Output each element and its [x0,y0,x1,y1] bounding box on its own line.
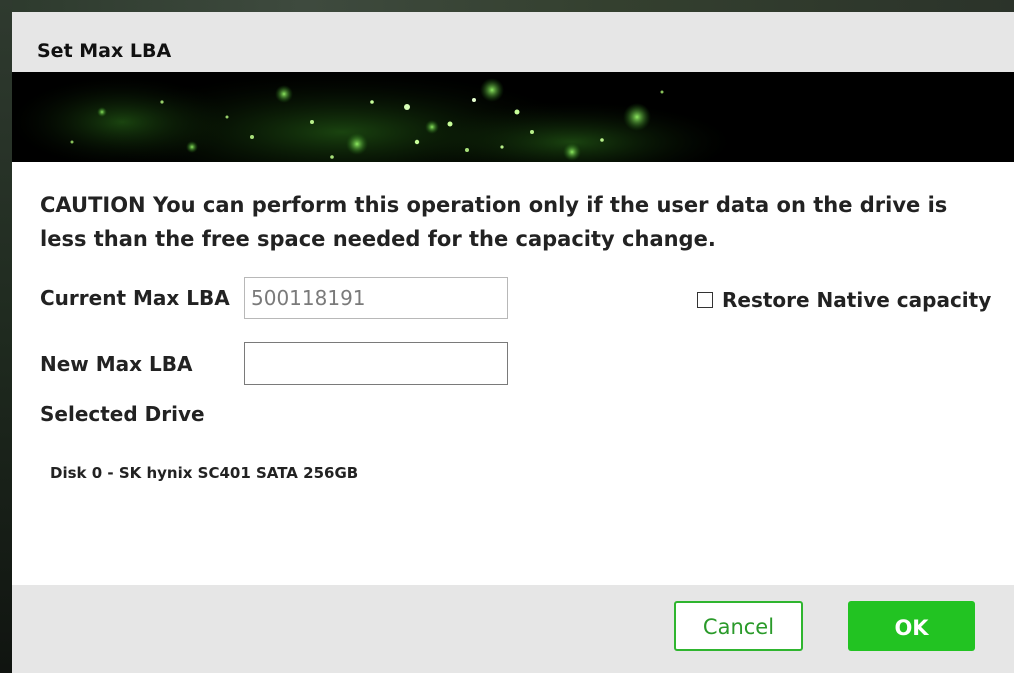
dialog-title: Set Max LBA [37,40,172,62]
decorative-banner [12,72,1014,162]
restore-native-capacity-label[interactable]: Restore Native capacity [722,288,991,312]
background-window-edge-left [0,0,12,673]
current-max-lba-field[interactable] [244,277,508,319]
selected-drive-label: Selected Drive [40,402,205,426]
caution-message: CAUTION You can perform this operation o… [40,193,948,251]
current-max-lba-label: Current Max LBA [40,286,230,310]
green-particles-image [12,72,1014,162]
new-max-lba-label: New Max LBA [40,352,193,376]
background-window-edge-top [0,0,1014,12]
new-max-lba-field[interactable] [244,342,508,385]
ok-button[interactable]: OK [848,601,975,651]
restore-native-capacity-checkbox[interactable] [697,292,713,308]
set-max-lba-dialog: Set Max LBA CAUTION You can perform this… [12,12,1014,673]
selected-drive-value: Disk 0 - SK hynix SC401 SATA 256GB [50,464,359,482]
cancel-button[interactable]: Cancel [674,601,803,651]
dialog-footer: Cancel OK [12,585,1014,673]
restore-native-capacity-option[interactable]: Restore Native capacity [697,288,991,312]
dialog-titlebar: Set Max LBA [12,12,1014,72]
